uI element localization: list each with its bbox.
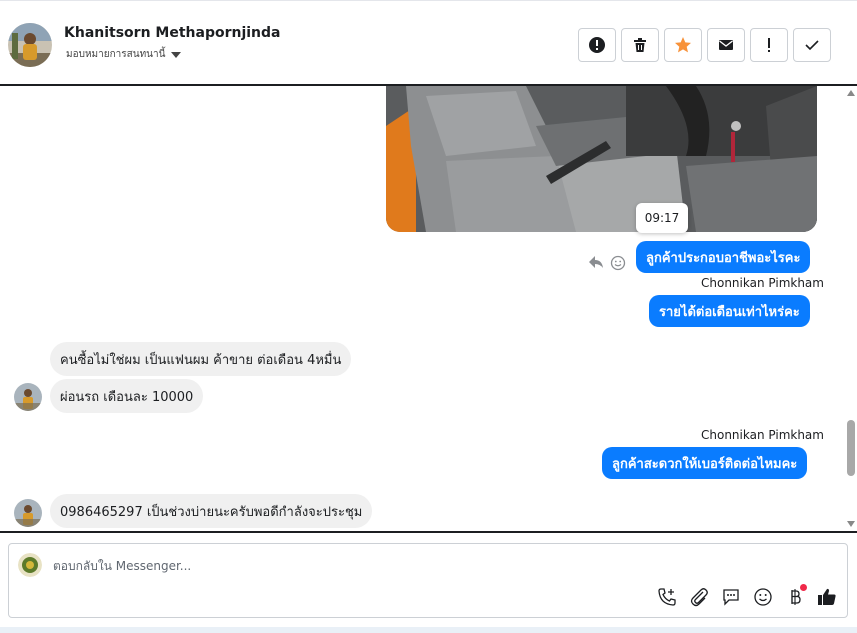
star-button[interactable] (664, 28, 702, 62)
caret-down-icon (171, 51, 182, 58)
contact-name[interactable]: Khanitsorn Methapornjinda (64, 25, 281, 41)
window-bottom-edge (0, 627, 857, 633)
alert-circle-icon (589, 37, 605, 53)
reply-composer (8, 543, 848, 618)
react-emoji-icon[interactable] (610, 255, 626, 271)
star-icon (675, 37, 691, 53)
outgoing-message[interactable]: ลูกค้าประกอบอาชีพอะไรคะ (636, 241, 811, 273)
message-timestamp-tooltip: 09:17 (636, 203, 688, 233)
composer-tools (657, 584, 837, 607)
header-actions (578, 28, 831, 62)
follow-up-button[interactable] (750, 28, 788, 62)
contact-avatar-small[interactable] (14, 499, 42, 527)
envelope-icon (719, 40, 733, 50)
phone-add-icon (658, 588, 676, 606)
message-scrollbar[interactable] (845, 86, 857, 531)
trash-icon (634, 38, 646, 52)
car-interior-photo[interactable] (386, 86, 817, 232)
contact-avatar-small[interactable] (14, 383, 42, 411)
composer-divider (0, 531, 857, 533)
reply-icon[interactable] (588, 255, 604, 269)
assign-conversation-dropdown[interactable]: มอบหมายการสนทนานี้ (66, 47, 182, 62)
message-actions (588, 255, 626, 271)
outgoing-message[interactable]: รายได้ต่อเดือนเท่าไหร่คะ (649, 295, 810, 327)
saved-reply-button[interactable] (721, 587, 741, 607)
paperclip-icon (690, 588, 708, 607)
scroll-down-arrow[interactable] (847, 521, 855, 527)
attach-button[interactable] (689, 587, 709, 607)
exclamation-icon (768, 38, 770, 52)
contact-avatar[interactable] (8, 23, 52, 67)
incoming-message[interactable]: คนซื้อไม่ใช่ผม เป็นแฟนผม ค้าขาย ต่อเดือน… (50, 342, 352, 376)
thumbs-up-icon (818, 588, 836, 605)
assign-label: มอบหมายการสนทนานี้ (66, 49, 166, 60)
notification-dot (800, 584, 807, 591)
sender-name: Chonnikan Pimkham (701, 276, 824, 290)
report-spam-button[interactable] (578, 28, 616, 62)
like-button[interactable] (817, 587, 837, 607)
incoming-message[interactable]: ผ่อนรถ เดือนละ 10000 (50, 379, 204, 413)
saved-reply-icon (723, 589, 739, 606)
page-avatar (18, 553, 42, 577)
messenger-conversation: Khanitsorn Methapornjinda มอบหมายการสนทน… (0, 0, 857, 633)
sender-name: Chonnikan Pimkham (701, 428, 824, 442)
scrollbar-thumb[interactable] (847, 420, 855, 476)
checkmark-icon (805, 40, 819, 51)
message-list[interactable]: 09:17 ลูกค้าประกอบอาชีพอะไรคะ Chonnikan … (0, 86, 845, 531)
payment-button[interactable] (785, 584, 807, 607)
conversation-header: Khanitsorn Methapornjinda มอบหมายการสนทน… (0, 0, 857, 86)
mark-done-button[interactable] (793, 28, 831, 62)
emoji-icon (754, 588, 772, 606)
outgoing-message[interactable]: ลูกค้าสะดวกให้เบอร์ติดต่อไหมคะ (602, 447, 808, 479)
reply-input[interactable] (53, 556, 753, 576)
mark-unread-button[interactable] (707, 28, 745, 62)
delete-button[interactable] (621, 28, 659, 62)
scroll-up-arrow[interactable] (847, 90, 855, 96)
incoming-message[interactable]: 0986465297 เป็นช่วงบ่ายนะครับพอดีกำลังจะ… (50, 494, 373, 528)
emoji-button[interactable] (753, 587, 773, 607)
call-button[interactable] (657, 587, 677, 607)
